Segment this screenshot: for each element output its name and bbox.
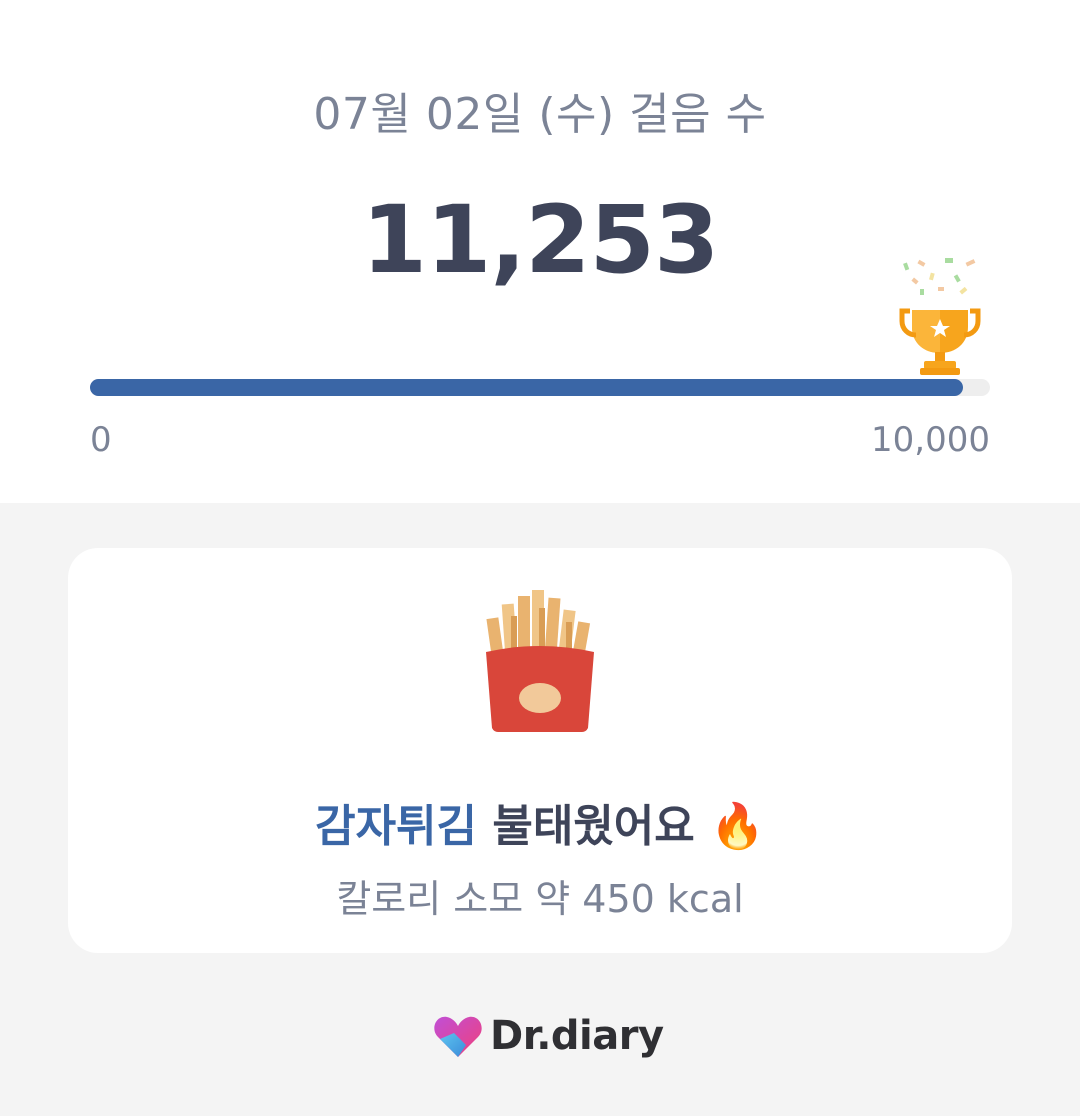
step-progress-fill — [90, 379, 963, 396]
step-progress-bar — [90, 379, 990, 396]
burn-message: 감자튀김 불태웠어요 🔥 — [0, 790, 1080, 854]
brand-name: Dr.diary — [490, 1013, 664, 1059]
date-steps-title: 07월 02일 (수) 걸음 수 — [313, 89, 767, 140]
burned-food-name: 감자튀김 — [315, 801, 478, 852]
burn-text: 불태웠어요 — [492, 801, 695, 852]
french-fries-icon — [486, 590, 594, 732]
trophy-icon — [899, 258, 981, 375]
progress-goal-label: 10,000 — [871, 420, 990, 460]
heart-logo-icon — [434, 1016, 482, 1057]
progress-min-label: 0 — [90, 420, 112, 460]
steps-summary-section: 07월 02일 (수) 걸음 수 11,253 0 10,000 — [0, 0, 1080, 503]
fire-icon: 🔥 — [710, 801, 765, 852]
calorie-burned-text: 칼로리 소모 약 450 kcal — [336, 877, 744, 921]
brand-footer: Dr.diary — [432, 1006, 664, 1066]
